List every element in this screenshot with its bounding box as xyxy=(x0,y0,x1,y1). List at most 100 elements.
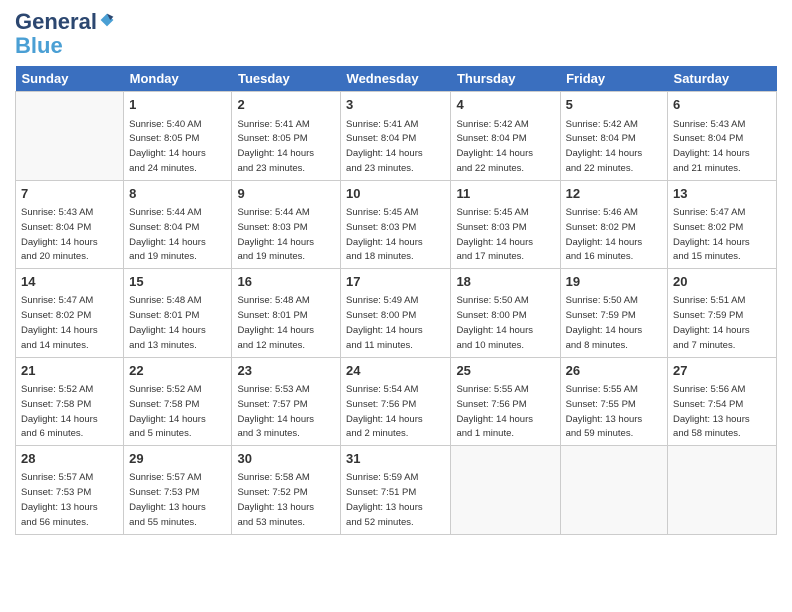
day-number: 17 xyxy=(346,273,445,291)
calendar-cell: 30Sunrise: 5:58 AM Sunset: 7:52 PM Dayli… xyxy=(232,446,341,534)
calendar-cell: 10 Sunrise: 5:45 AM Sunset: 8:03 PM Dayli… xyxy=(341,180,451,268)
day-number: 7 xyxy=(21,185,118,203)
day-number: 1 xyxy=(129,96,226,114)
calendar-cell: 4 Sunrise: 5:42 AM Sunset: 8:04 PM Daylig… xyxy=(451,92,560,180)
day-number: 10 xyxy=(346,185,445,203)
calendar-week-row: 1Sunrise: 5:40 AM Sunset: 8:05 PM Daylig… xyxy=(16,92,777,180)
calendar-cell: 21 Sunrise: 5:52 AM Sunset: 7:58 PM Dayli… xyxy=(16,357,124,445)
calendar-table: SundayMondayTuesdayWednesdayThursdayFrid… xyxy=(15,66,777,534)
calendar-week-row: 28 Sunrise: 5:57 AM Sunset: 7:53 PM Dayli… xyxy=(16,446,777,534)
calendar-cell: 5 Sunrise: 5:42 AM Sunset: 8:04 PM Daylig… xyxy=(560,92,667,180)
day-number: 2 xyxy=(237,96,335,114)
day-info: Sunrise: 5:44 AM Sunset: 8:03 PM Dayligh… xyxy=(237,207,314,262)
calendar-header-sunday: Sunday xyxy=(16,66,124,92)
day-info: Sunrise: 5:49 AM Sunset: 8:00 PM Dayligh… xyxy=(346,295,423,350)
calendar-cell xyxy=(668,446,777,534)
day-info: Sunrise: 5:53 AM Sunset: 7:57 PM Dayligh… xyxy=(237,384,314,439)
day-info: Sunrise: 5:44 AM Sunset: 8:04 PM Dayligh… xyxy=(129,207,206,262)
calendar-cell: 3Sunrise: 5:41 AM Sunset: 8:04 PM Daylig… xyxy=(341,92,451,180)
calendar-cell: 25 Sunrise: 5:55 AM Sunset: 7:56 PM Dayli… xyxy=(451,357,560,445)
day-number: 31 xyxy=(346,450,445,468)
page-container: General Blue SundayMondayTuesdayWednesda… xyxy=(0,0,792,545)
day-number: 21 xyxy=(21,362,118,380)
day-number: 23 xyxy=(237,362,335,380)
calendar-header-monday: Monday xyxy=(124,66,232,92)
calendar-header-friday: Friday xyxy=(560,66,667,92)
logo: General Blue xyxy=(15,10,115,58)
calendar-cell xyxy=(16,92,124,180)
day-info: Sunrise: 5:51 AM Sunset: 7:59 PM Dayligh… xyxy=(673,295,750,350)
calendar-cell: 16 Sunrise: 5:48 AM Sunset: 8:01 PM Dayli… xyxy=(232,269,341,357)
calendar-cell: 26 Sunrise: 5:55 AM Sunset: 7:55 PM Dayli… xyxy=(560,357,667,445)
day-info: Sunrise: 5:47 AM Sunset: 8:02 PM Dayligh… xyxy=(673,207,750,262)
day-number: 26 xyxy=(566,362,662,380)
day-info: Sunrise: 5:42 AM Sunset: 8:04 PM Dayligh… xyxy=(456,119,533,174)
day-number: 15 xyxy=(129,273,226,291)
calendar-week-row: 21 Sunrise: 5:52 AM Sunset: 7:58 PM Dayli… xyxy=(16,357,777,445)
day-info: Sunrise: 5:42 AM Sunset: 8:04 PM Dayligh… xyxy=(566,119,643,174)
day-number: 4 xyxy=(456,96,554,114)
calendar-header-saturday: Saturday xyxy=(668,66,777,92)
day-info: Sunrise: 5:45 AM Sunset: 8:03 PM Dayligh… xyxy=(346,207,423,262)
calendar-cell: 19Sunrise: 5:50 AM Sunset: 7:59 PM Dayli… xyxy=(560,269,667,357)
calendar-header-tuesday: Tuesday xyxy=(232,66,341,92)
day-number: 24 xyxy=(346,362,445,380)
day-info: Sunrise: 5:57 AM Sunset: 7:53 PM Dayligh… xyxy=(129,472,206,527)
day-info: Sunrise: 5:48 AM Sunset: 8:01 PM Dayligh… xyxy=(129,295,206,350)
calendar-cell: 7 Sunrise: 5:43 AM Sunset: 8:04 PM Daylig… xyxy=(16,180,124,268)
calendar-cell xyxy=(451,446,560,534)
calendar-cell: 29 Sunrise: 5:57 AM Sunset: 7:53 PM Dayli… xyxy=(124,446,232,534)
calendar-cell: 12Sunrise: 5:46 AM Sunset: 8:02 PM Dayli… xyxy=(560,180,667,268)
day-info: Sunrise: 5:57 AM Sunset: 7:53 PM Dayligh… xyxy=(21,472,98,527)
day-number: 11 xyxy=(456,185,554,203)
header: General Blue xyxy=(15,10,777,58)
day-info: Sunrise: 5:43 AM Sunset: 8:04 PM Dayligh… xyxy=(21,207,98,262)
day-number: 13 xyxy=(673,185,771,203)
day-number: 28 xyxy=(21,450,118,468)
calendar-cell: 31 Sunrise: 5:59 AM Sunset: 7:51 PM Dayli… xyxy=(341,446,451,534)
day-number: 20 xyxy=(673,273,771,291)
day-number: 29 xyxy=(129,450,226,468)
calendar-cell: 11 Sunrise: 5:45 AM Sunset: 8:03 PM Dayli… xyxy=(451,180,560,268)
calendar-header-row: SundayMondayTuesdayWednesdayThursdayFrid… xyxy=(16,66,777,92)
calendar-week-row: 7 Sunrise: 5:43 AM Sunset: 8:04 PM Daylig… xyxy=(16,180,777,268)
day-number: 16 xyxy=(237,273,335,291)
calendar-cell: 18Sunrise: 5:50 AM Sunset: 8:00 PM Dayli… xyxy=(451,269,560,357)
calendar-cell: 9 Sunrise: 5:44 AM Sunset: 8:03 PM Daylig… xyxy=(232,180,341,268)
day-info: Sunrise: 5:47 AM Sunset: 8:02 PM Dayligh… xyxy=(21,295,98,350)
day-info: Sunrise: 5:55 AM Sunset: 7:55 PM Dayligh… xyxy=(566,384,643,439)
calendar-header-wednesday: Wednesday xyxy=(341,66,451,92)
calendar-cell: 28 Sunrise: 5:57 AM Sunset: 7:53 PM Dayli… xyxy=(16,446,124,534)
day-info: Sunrise: 5:50 AM Sunset: 8:00 PM Dayligh… xyxy=(456,295,533,350)
day-info: Sunrise: 5:59 AM Sunset: 7:51 PM Dayligh… xyxy=(346,472,423,527)
day-info: Sunrise: 5:41 AM Sunset: 8:05 PM Dayligh… xyxy=(237,119,314,174)
day-info: Sunrise: 5:52 AM Sunset: 7:58 PM Dayligh… xyxy=(21,384,98,439)
day-number: 25 xyxy=(456,362,554,380)
calendar-cell: 27Sunrise: 5:56 AM Sunset: 7:54 PM Dayli… xyxy=(668,357,777,445)
day-number: 6 xyxy=(673,96,771,114)
day-info: Sunrise: 5:41 AM Sunset: 8:04 PM Dayligh… xyxy=(346,119,423,174)
calendar-cell: 24Sunrise: 5:54 AM Sunset: 7:56 PM Dayli… xyxy=(341,357,451,445)
logo-blue: Blue xyxy=(15,33,63,58)
day-info: Sunrise: 5:55 AM Sunset: 7:56 PM Dayligh… xyxy=(456,384,533,439)
day-number: 12 xyxy=(566,185,662,203)
day-number: 9 xyxy=(237,185,335,203)
day-info: Sunrise: 5:45 AM Sunset: 8:03 PM Dayligh… xyxy=(456,207,533,262)
day-info: Sunrise: 5:50 AM Sunset: 7:59 PM Dayligh… xyxy=(566,295,643,350)
calendar-cell xyxy=(560,446,667,534)
calendar-cell: 23 Sunrise: 5:53 AM Sunset: 7:57 PM Dayli… xyxy=(232,357,341,445)
calendar-cell: 6Sunrise: 5:43 AM Sunset: 8:04 PM Daylig… xyxy=(668,92,777,180)
calendar-cell: 14 Sunrise: 5:47 AM Sunset: 8:02 PM Dayli… xyxy=(16,269,124,357)
calendar-cell: 2 Sunrise: 5:41 AM Sunset: 8:05 PM Daylig… xyxy=(232,92,341,180)
day-number: 5 xyxy=(566,96,662,114)
logo-general: General xyxy=(15,10,97,34)
logo-icon xyxy=(99,12,115,28)
calendar-cell: 20 Sunrise: 5:51 AM Sunset: 7:59 PM Dayli… xyxy=(668,269,777,357)
calendar-cell: 13 Sunrise: 5:47 AM Sunset: 8:02 PM Dayli… xyxy=(668,180,777,268)
day-number: 14 xyxy=(21,273,118,291)
day-info: Sunrise: 5:48 AM Sunset: 8:01 PM Dayligh… xyxy=(237,295,314,350)
calendar-cell: 15 Sunrise: 5:48 AM Sunset: 8:01 PM Dayli… xyxy=(124,269,232,357)
calendar-cell: 8Sunrise: 5:44 AM Sunset: 8:04 PM Daylig… xyxy=(124,180,232,268)
day-info: Sunrise: 5:52 AM Sunset: 7:58 PM Dayligh… xyxy=(129,384,206,439)
calendar-cell: 22Sunrise: 5:52 AM Sunset: 7:58 PM Dayli… xyxy=(124,357,232,445)
